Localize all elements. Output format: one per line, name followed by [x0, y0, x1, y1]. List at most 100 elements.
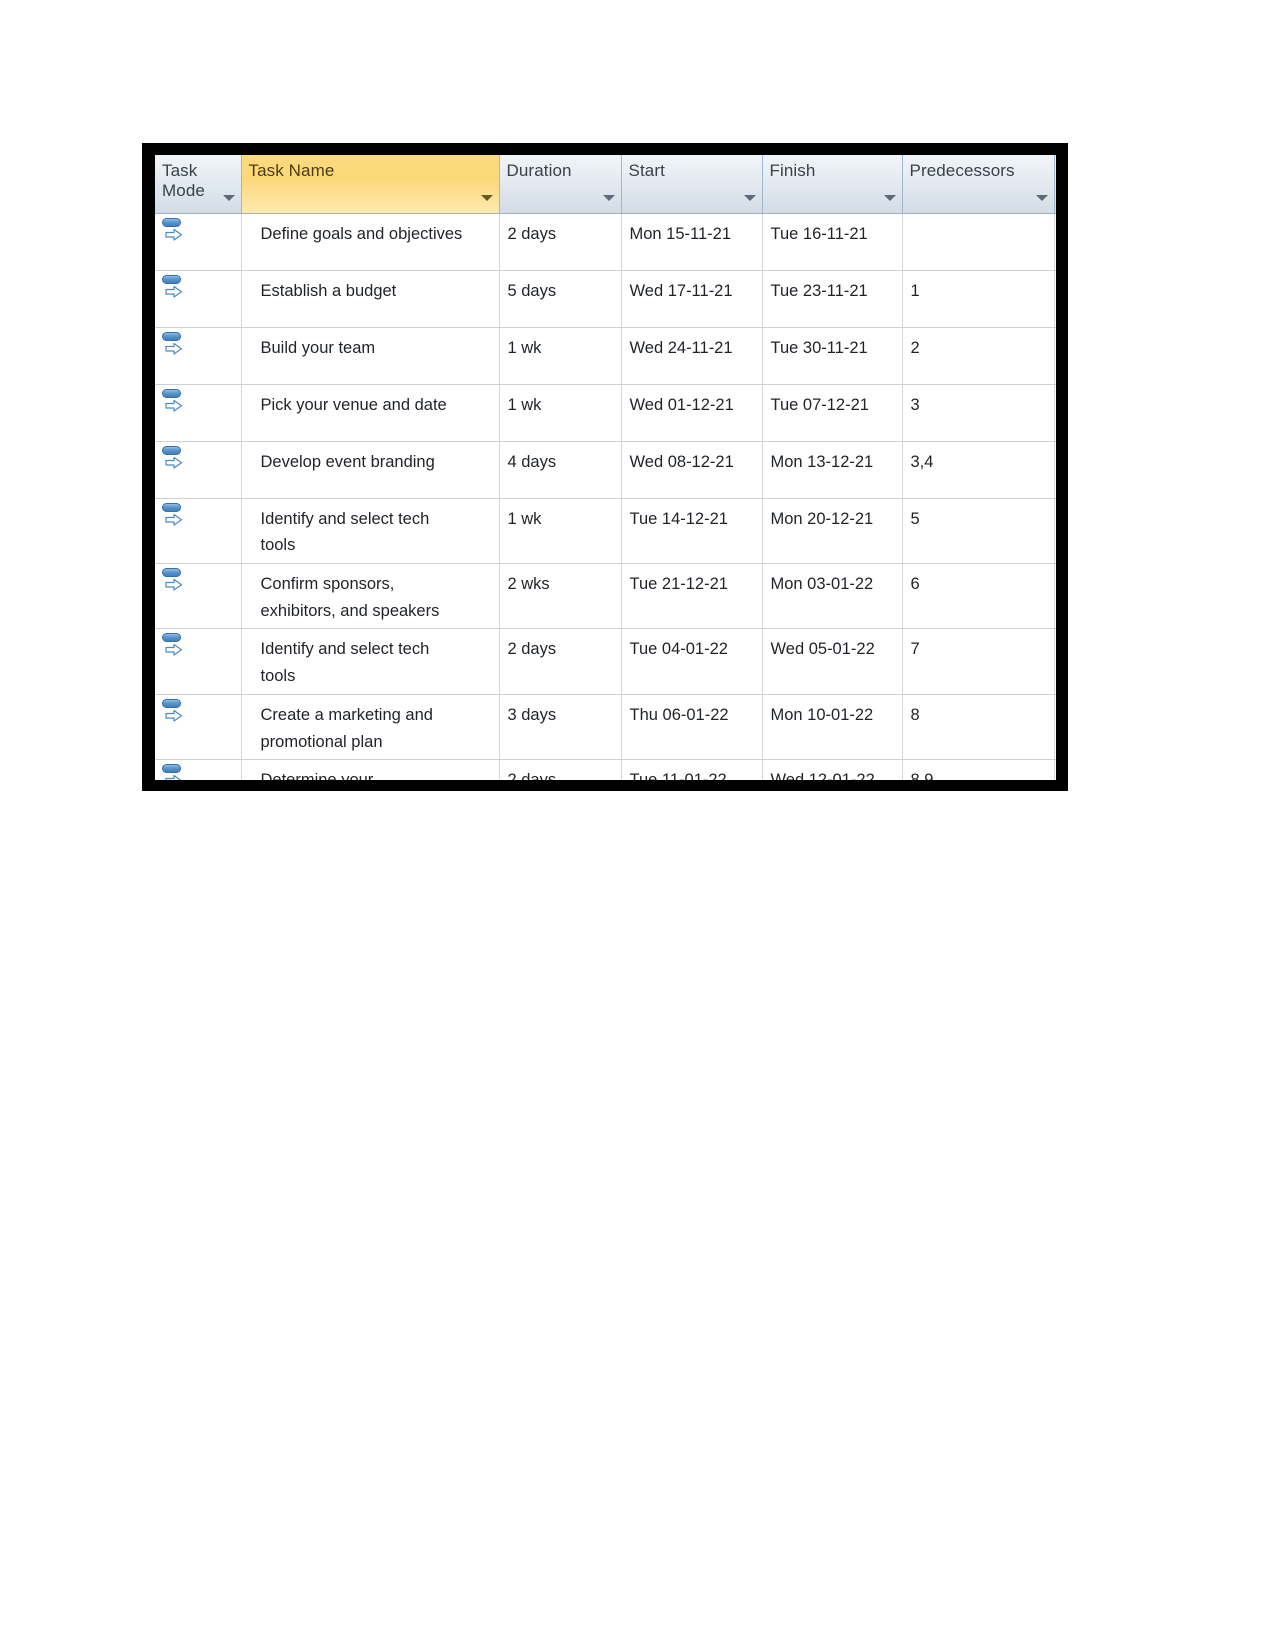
- cell-task-name[interactable]: Define goals and objectives: [241, 213, 500, 271]
- table-row[interactable]: Confirm sponsors, exhibitors, and speake…: [155, 563, 1056, 630]
- cell-start[interactable]: Thu 06-01-22: [621, 694, 763, 761]
- column-header-task-name[interactable]: Task Name: [241, 155, 500, 214]
- cell-task-name[interactable]: Establish a budget: [241, 270, 500, 328]
- task-mode-pill: [162, 274, 181, 284]
- column-header-duration[interactable]: Duration: [499, 155, 622, 214]
- cell-duration[interactable]: 3 days: [499, 694, 622, 761]
- cell-predecessors[interactable]: 8: [902, 694, 1055, 761]
- cell-task-name[interactable]: Build your team: [241, 327, 500, 385]
- table-row[interactable]: Pick your venue and date 1 wk Wed 01-12-21…: [155, 384, 1056, 442]
- cell-duration[interactable]: 2 wks: [499, 563, 622, 630]
- cell-finish[interactable]: Mon 10-01-22: [762, 694, 903, 761]
- table-row[interactable]: Identify and select tech tools 1 wk Tue 14…: [155, 498, 1056, 564]
- cell-task-mode[interactable]: [155, 563, 242, 630]
- cell-task-mode[interactable]: [155, 759, 242, 780]
- task-mode-arrow: [165, 513, 183, 532]
- filter-arrow-icon[interactable]: [883, 194, 896, 201]
- cell-task-mode[interactable]: [155, 498, 242, 564]
- cell-finish[interactable]: Mon 13-12-21: [762, 441, 903, 499]
- column-header-task-mode[interactable]: Task Mode: [155, 155, 242, 214]
- table-row[interactable]: Define goals and objectives 2 days Mon 15-…: [155, 213, 1056, 271]
- cell-task-mode[interactable]: [155, 441, 242, 499]
- cell-predecessors[interactable]: 2: [902, 327, 1055, 385]
- cell-duration[interactable]: 2 days: [499, 213, 622, 271]
- cell-start[interactable]: Tue 11-01-22: [621, 759, 763, 780]
- cell-finish[interactable]: Tue 07-12-21: [762, 384, 903, 442]
- cell-task-mode[interactable]: [155, 213, 242, 271]
- cell-duration[interactable]: 2 days: [499, 759, 622, 780]
- filter-arrow-icon[interactable]: [743, 194, 756, 201]
- cell-finish[interactable]: Mon 03-01-22: [762, 563, 903, 630]
- cell-task-name[interactable]: Confirm sponsors, exhibitors, and speake…: [241, 563, 500, 630]
- cell-start-text: Tue 21-12-21: [629, 574, 728, 593]
- filter-arrow-icon[interactable]: [1035, 194, 1048, 201]
- cell-start[interactable]: Tue 14-12-21: [621, 498, 763, 564]
- cell-task-mode[interactable]: [155, 694, 242, 761]
- cell-predecessors[interactable]: [902, 213, 1055, 271]
- cell-start[interactable]: Wed 17-11-21: [621, 270, 763, 328]
- cell-start[interactable]: Mon 15-11-21: [621, 213, 763, 271]
- cell-task-name[interactable]: Identify and select tech tools: [241, 498, 500, 564]
- cell-task-name[interactable]: Identify and select tech tools: [241, 628, 500, 695]
- cell-start[interactable]: Tue 04-01-22: [621, 628, 763, 695]
- cell-duration[interactable]: 1 wk: [499, 498, 622, 564]
- cell-task-mode[interactable]: [155, 270, 242, 328]
- cell-start[interactable]: Wed 08-12-21: [621, 441, 763, 499]
- cell-task-mode[interactable]: [155, 384, 242, 442]
- column-header-predecessors[interactable]: Predecessors: [902, 155, 1055, 214]
- cell-finish[interactable]: Tue 23-11-21: [762, 270, 903, 328]
- cell-predecessors[interactable]: 6: [902, 563, 1055, 630]
- cell-task-mode[interactable]: [155, 628, 242, 695]
- cell-task-name[interactable]: Develop event branding: [241, 441, 500, 499]
- table-row[interactable]: Develop event branding 4 days Wed 08-12-21…: [155, 441, 1056, 499]
- project-task-grid[interactable]: Task Mode Task Name Duration Start Finis…: [155, 155, 1056, 780]
- column-header-start[interactable]: Start: [621, 155, 763, 214]
- table-row[interactable]: Establish a budget 5 days Wed 17-11-21 Tue …: [155, 270, 1056, 328]
- table-row[interactable]: Identify and select tech tools 2 days Tue …: [155, 628, 1056, 695]
- cell-task-name-text: Identify and select tech tools: [260, 509, 430, 555]
- cell-task-name[interactable]: Create a marketing and promotional plan: [241, 694, 500, 761]
- cell-finish[interactable]: Wed 05-01-22: [762, 628, 903, 695]
- cell-start[interactable]: Wed 24-11-21: [621, 327, 763, 385]
- cell-duration-text: 2 days: [507, 224, 557, 243]
- cell-start[interactable]: Wed 01-12-21: [621, 384, 763, 442]
- column-header-finish[interactable]: Finish: [762, 155, 903, 214]
- cell-finish-text: Mon 03-01-22: [770, 574, 874, 593]
- cell-task-name[interactable]: Pick your venue and date: [241, 384, 500, 442]
- cell-next-partial: [1054, 441, 1056, 499]
- filter-arrow-icon[interactable]: [222, 194, 235, 201]
- cell-finish[interactable]: Tue 16-11-21: [762, 213, 903, 271]
- cell-duration[interactable]: 1 wk: [499, 384, 622, 442]
- cell-next-partial: [1054, 498, 1056, 564]
- cell-task-name-text: Identify and select tech tools: [260, 640, 430, 686]
- manually-scheduled-icon: [161, 502, 187, 528]
- column-header-next-partial[interactable]: [1054, 155, 1056, 214]
- cell-finish[interactable]: Mon 20-12-21: [762, 498, 903, 564]
- table-row[interactable]: Build your team 1 wk Wed 24-11-21 Tue 30-11…: [155, 327, 1056, 385]
- cell-predecessors[interactable]: 8,9: [902, 759, 1055, 780]
- table-row[interactable]: Determine your measurement2 daysTue 11-0…: [155, 759, 1056, 780]
- cell-duration-text: 1 wk: [507, 395, 542, 414]
- cell-predecessors[interactable]: 3: [902, 384, 1055, 442]
- cell-finish[interactable]: Tue 30-11-21: [762, 327, 903, 385]
- cell-duration[interactable]: 5 days: [499, 270, 622, 328]
- cell-task-mode[interactable]: [155, 327, 242, 385]
- cell-predecessors[interactable]: 3,4: [902, 441, 1055, 499]
- cell-duration[interactable]: 1 wk: [499, 327, 622, 385]
- cell-predecessors-text: 8,9: [903, 760, 1054, 780]
- table-row[interactable]: Create a marketing and promotional plan 3…: [155, 694, 1056, 761]
- filter-arrow-icon[interactable]: [602, 194, 615, 201]
- cell-task-name[interactable]: Determine your measurement: [241, 759, 500, 780]
- cell-predecessors[interactable]: 5: [902, 498, 1055, 564]
- cell-task-name-text: Create a marketing and promotional plan: [260, 705, 433, 751]
- cell-finish[interactable]: Wed 12-01-22: [762, 759, 903, 780]
- filter-arrow-icon[interactable]: [480, 194, 493, 201]
- cell-task-name-text: Build your team: [260, 338, 376, 357]
- cell-duration[interactable]: 4 days: [499, 441, 622, 499]
- cell-duration[interactable]: 2 days: [499, 628, 622, 695]
- cell-start[interactable]: Tue 21-12-21: [621, 563, 763, 630]
- cell-predecessors[interactable]: 1: [902, 270, 1055, 328]
- task-mode-pill: [162, 633, 181, 643]
- cell-predecessors[interactable]: 7: [902, 628, 1055, 695]
- cell-start-text: Tue 14-12-21: [629, 509, 728, 528]
